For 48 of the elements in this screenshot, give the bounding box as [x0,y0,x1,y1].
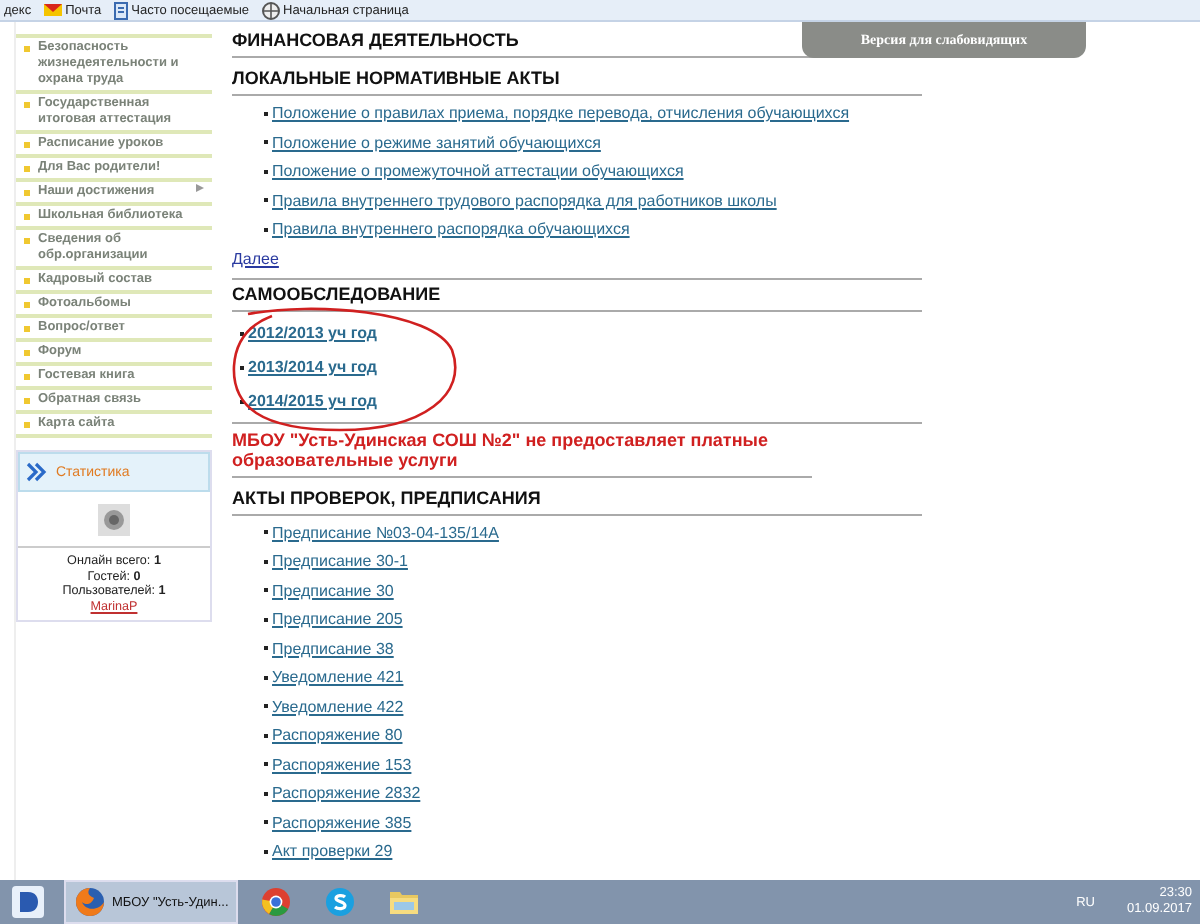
document-link[interactable]: Правила внутреннего трудового распорядка для работников школы [272,191,777,210]
fox-globe-icon [74,886,106,918]
document-link[interactable]: Уведомление 422 [272,697,404,716]
bullet-icon [24,102,30,108]
more-link[interactable]: Далее [232,249,279,267]
s-letter-icon [324,886,357,918]
section-heading: САМООБСЛЕДОВАНИЕ [232,279,922,311]
bullet-icon [24,350,30,356]
section-heading: ЛОКАЛЬНЫЕ НОРМАТИВНЫЕ АКТЫ [232,64,922,96]
envelope-icon [43,2,62,18]
counter-icon [98,504,130,536]
bullet-icon [24,214,30,220]
document-link[interactable]: Положение о промежуточной аттестации обучающихся [272,162,684,181]
document-link[interactable]: Уведомление 421 [272,668,404,687]
bullet-icon [24,46,30,52]
document-link[interactable]: Правила внутреннего распорядка обучающихся [272,220,630,239]
document-link[interactable]: Акт проверки 29 [272,842,393,861]
bullet-icon [24,142,30,148]
arrow-icon [196,184,204,192]
document-link[interactable]: Предписание 30-1 [272,552,408,571]
folder-icon [388,888,421,916]
bullet-icon [24,374,30,380]
round-browser-icon [260,886,293,918]
document-link[interactable]: Предписание 30 [272,581,394,600]
document-link[interactable]: Предписание 205 [272,610,403,629]
document-link[interactable]: Распоряжение 153 [272,755,412,774]
bullet-icon [24,166,30,172]
document-link[interactable]: Распоряжение 2832 [272,784,421,803]
bullet-icon [24,238,30,244]
bullet-icon [24,278,30,284]
document-link[interactable]: Предписание №03-04-135/14А [272,523,499,542]
document-link[interactable]: Положение о режиме занятий обучающихся [272,133,601,152]
document-link[interactable]: Предписание 38 [272,639,394,658]
chevron-icon [26,462,48,482]
bullet-icon [24,326,30,332]
notice-text: МБОУ "Усть-Удинская СОШ №2" не предоставляет платные образовательные услуги [232,423,812,477]
bullet-icon [24,398,30,404]
bullet-icon [24,190,30,196]
start-button[interactable] [8,882,48,922]
section-heading: АКТЫ ПРОВЕРОК, ПРЕДПИСАНИЯ [232,483,922,515]
document-link[interactable]: 2012/2013 уч год [248,323,377,343]
document-link[interactable]: Положение о правилах приема, порядке перевода, отчисления обучающихся [272,104,850,123]
bullet-icon [24,302,30,308]
document-link[interactable]: 2014/2015 уч год [248,391,377,411]
bullet-icon [24,422,30,428]
document-link[interactable]: 2013/2014 уч год [248,357,377,377]
document-link[interactable]: Распоряжение 80 [272,726,403,745]
document-link[interactable]: Распоряжение 385 [272,813,412,832]
